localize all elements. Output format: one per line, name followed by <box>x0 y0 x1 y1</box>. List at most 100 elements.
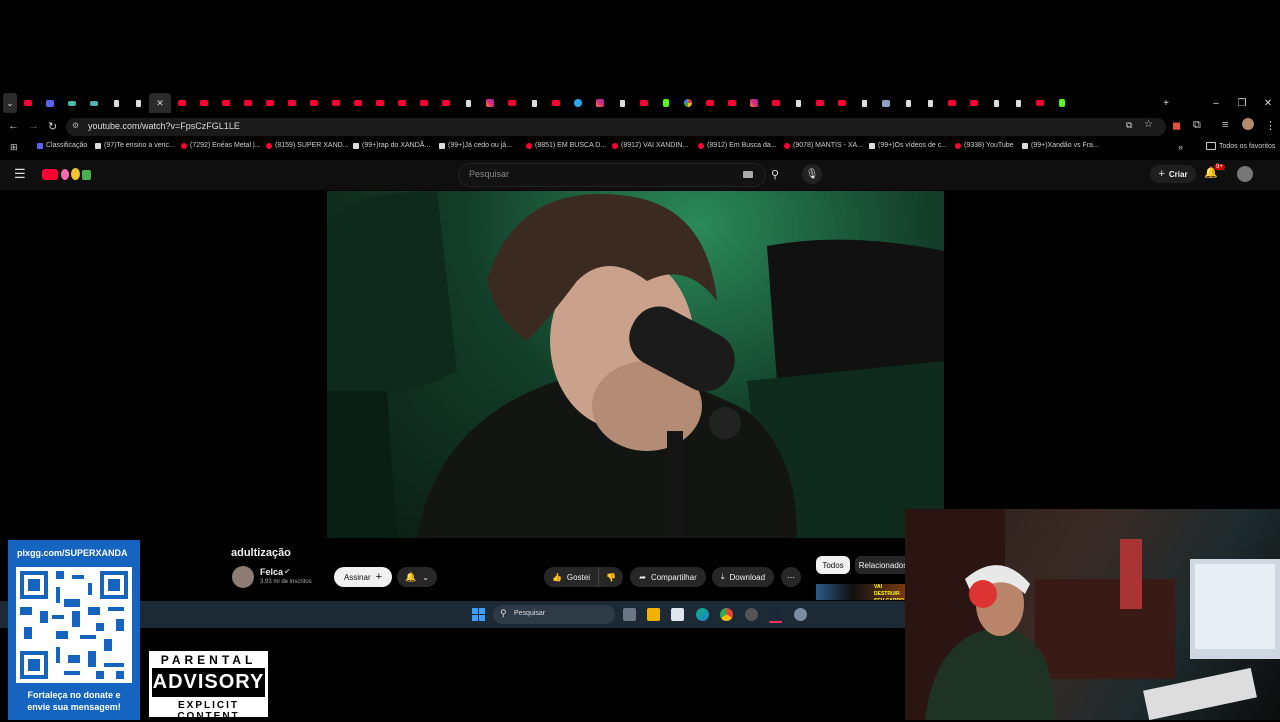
keyboard-icon[interactable] <box>743 171 753 178</box>
bookmark-item[interactable]: (99+)Já cedo ou já... <box>439 142 512 149</box>
browser-tab[interactable] <box>919 93 941 113</box>
chip-related[interactable]: Relacionados <box>855 556 911 574</box>
browser-tab[interactable] <box>281 93 303 113</box>
browser-tab[interactable] <box>479 93 501 113</box>
all-bookmarks-button[interactable]: Todos os favoritos <box>1206 142 1275 150</box>
browser-tab[interactable] <box>259 93 281 113</box>
browser-tab[interactable] <box>831 93 853 113</box>
video-player[interactable] <box>327 191 944 538</box>
task-view-icon[interactable] <box>623 608 636 621</box>
browser-tab[interactable] <box>897 93 919 113</box>
create-button[interactable]: + Criar <box>1150 165 1196 183</box>
browser-tab[interactable] <box>413 93 435 113</box>
tab-search-dropdown[interactable]: ⌄ <box>3 93 17 113</box>
bookmarks-overflow-button[interactable]: » <box>1178 142 1183 152</box>
related-video-thumbnail[interactable]: VAI DESTRUIR SEU CARRO <box>816 584 906 600</box>
site-info-icon[interactable]: ⚙ <box>72 121 79 130</box>
browser-tab[interactable] <box>83 93 105 113</box>
browser-tab[interactable] <box>853 93 875 113</box>
browser-tab[interactable] <box>369 93 391 113</box>
browser-tab[interactable] <box>743 93 765 113</box>
browser-tab[interactable] <box>941 93 963 113</box>
bookmark-item[interactable]: (97)Te ensino a venc... <box>95 142 175 149</box>
browser-tab[interactable] <box>963 93 985 113</box>
windows-start-icon[interactable] <box>472 608 485 621</box>
browser-tab[interactable] <box>127 93 149 113</box>
bookmark-item[interactable]: (7292) Enéas Metal |... <box>181 142 261 149</box>
close-window-button[interactable]: ✕ <box>1255 93 1280 113</box>
browser-tab[interactable] <box>347 93 369 113</box>
edge-icon[interactable] <box>696 608 709 621</box>
browser-tab[interactable] <box>457 93 479 113</box>
chrome-icon[interactable] <box>720 608 733 621</box>
channel-name[interactable]: Felca <box>260 567 283 577</box>
minimize-button[interactable]: – <box>1203 93 1229 113</box>
search-button[interactable]: ⚲ <box>764 163 786 185</box>
browser-tab[interactable] <box>237 93 259 113</box>
more-actions-button[interactable]: ⋯ <box>781 567 801 587</box>
bookmark-item[interactable]: (99+)Os vídeos de c... <box>869 142 947 149</box>
browser-tab[interactable] <box>699 93 721 113</box>
browser-tab[interactable] <box>985 93 1007 113</box>
browser-tab[interactable] <box>677 93 699 113</box>
browser-tab[interactable] <box>1029 93 1051 113</box>
browser-tab[interactable] <box>875 93 897 113</box>
kebab-menu-icon[interactable]: ⋮ <box>1265 119 1276 132</box>
dislike-button[interactable]: 👎 <box>598 567 623 587</box>
browser-tab[interactable] <box>17 93 39 113</box>
browser-tab[interactable] <box>523 93 545 113</box>
account-avatar[interactable] <box>1237 166 1253 182</box>
taskbar-search-input[interactable]: ⚲ Pesquisar <box>493 605 615 624</box>
browser-tab[interactable] <box>589 93 611 113</box>
voice-search-button[interactable]: 🎙 <box>802 164 822 184</box>
chip-all[interactable]: Todos <box>816 556 850 574</box>
bookmark-item[interactable]: (8912) Em Busca da... <box>698 142 777 149</box>
browser-tab[interactable] <box>809 93 831 113</box>
browser-tab[interactable] <box>325 93 347 113</box>
bookmark-item[interactable]: (8851) EM BUSCA D... <box>526 142 606 149</box>
browser-tab[interactable] <box>171 93 193 113</box>
youtube-search-input[interactable]: Pesquisar <box>458 163 766 187</box>
bookmark-item[interactable]: (9338) YouTube <box>955 142 1014 149</box>
back-arrow-icon[interactable]: ← <box>8 120 19 132</box>
profile-avatar[interactable] <box>1242 118 1254 130</box>
bookmark-item[interactable]: Classificação <box>37 142 87 149</box>
install-app-icon[interactable]: ⧉ <box>1126 120 1132 131</box>
bookmark-item[interactable]: (99+)Xandão vs Fra... <box>1022 142 1099 149</box>
browser-tab[interactable] <box>545 93 567 113</box>
store-icon[interactable] <box>671 608 684 621</box>
browser-tab-active[interactable]: ✕ <box>149 93 171 113</box>
notification-settings-button[interactable]: 🔔 ⌄ <box>397 567 437 587</box>
browser-tab[interactable] <box>611 93 633 113</box>
file-explorer-icon[interactable] <box>647 608 660 621</box>
browser-tab[interactable] <box>39 93 61 113</box>
reload-icon[interactable]: ↻ <box>48 120 57 133</box>
maximize-button[interactable]: ❐ <box>1229 93 1255 113</box>
browser-tab[interactable] <box>721 93 743 113</box>
tab-search-icon[interactable]: ≡ <box>1222 119 1228 131</box>
forward-arrow-icon[interactable]: → <box>28 120 39 132</box>
browser-tab[interactable] <box>105 93 127 113</box>
share-button[interactable]: ➦ Compartilhar <box>630 567 706 587</box>
browser-tab[interactable] <box>501 93 523 113</box>
close-tab-icon[interactable]: ✕ <box>156 98 164 109</box>
browser-tab[interactable] <box>787 93 809 113</box>
browser-tab[interactable] <box>1007 93 1029 113</box>
browser-tab[interactable] <box>633 93 655 113</box>
like-button[interactable]: 👍 Gostei <box>544 567 598 587</box>
browser-tab[interactable] <box>655 93 677 113</box>
browser-tab[interactable] <box>435 93 457 113</box>
browser-tab[interactable] <box>765 93 787 113</box>
browser-tab[interactable] <box>215 93 237 113</box>
browser-tab[interactable] <box>567 93 589 113</box>
star-icon[interactable]: ☆ <box>1144 119 1153 130</box>
extensions-puzzle-icon[interactable]: ⧉ <box>1193 119 1201 132</box>
steam-icon[interactable] <box>769 608 782 623</box>
browser-tab[interactable] <box>193 93 215 113</box>
apps-grid-icon[interactable]: ⊞ <box>10 142 18 153</box>
bookmark-item[interactable]: (99+)rap do XANDÃ... <box>353 142 430 149</box>
browser-tab[interactable] <box>303 93 325 113</box>
youtube-logo[interactable] <box>42 168 92 182</box>
download-button[interactable]: ⤓ Download <box>712 567 774 587</box>
hamburger-menu-icon[interactable]: ☰ <box>14 166 26 182</box>
